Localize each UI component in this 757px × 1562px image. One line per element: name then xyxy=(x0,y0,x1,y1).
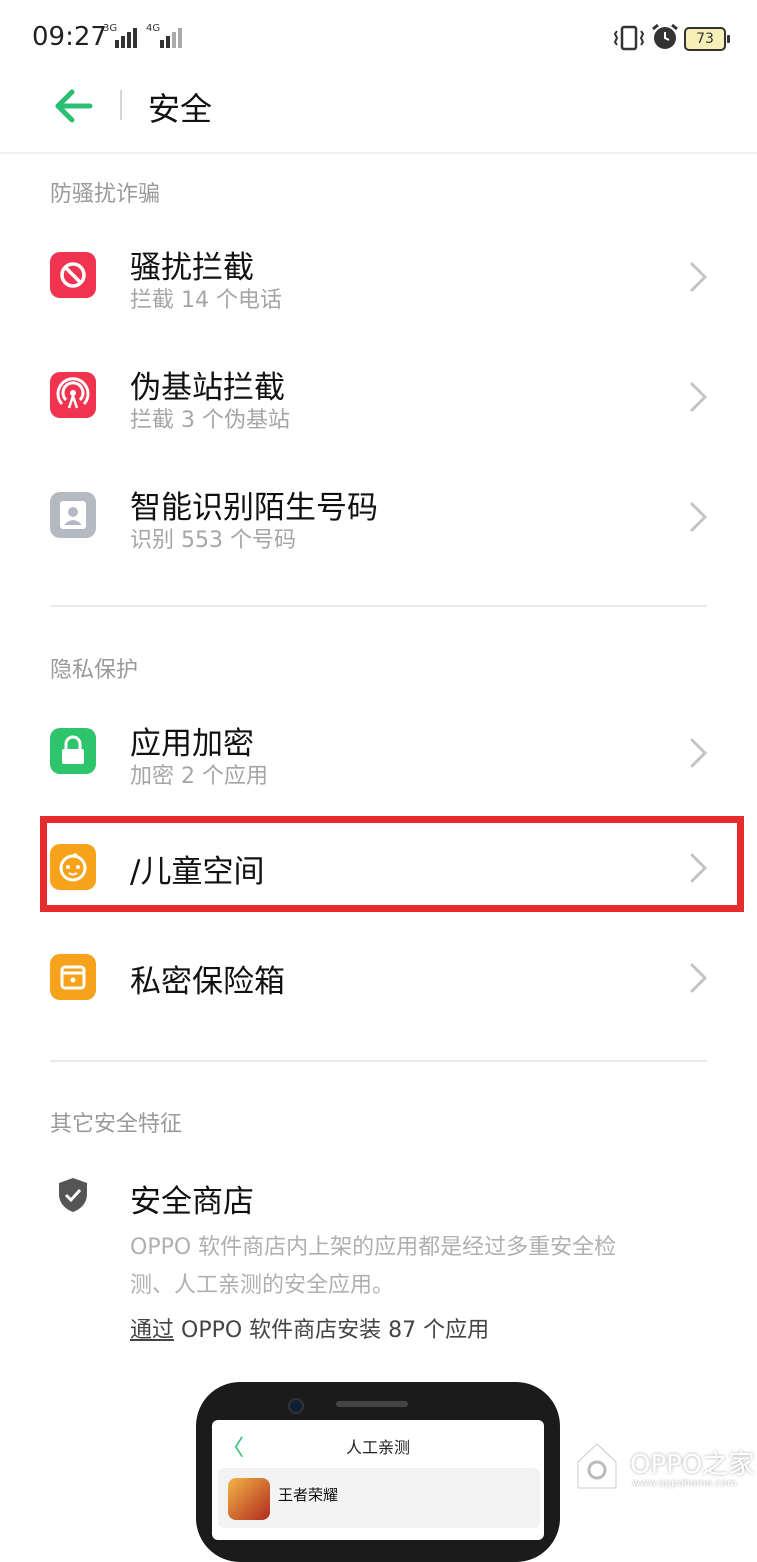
header-divider xyxy=(0,152,757,154)
vibrate-icon xyxy=(612,24,646,52)
game-app-icon xyxy=(228,1478,270,1520)
preview-back-icon: 〈 xyxy=(222,1436,245,1461)
page-title: 安全 xyxy=(148,90,213,128)
item-title: 私密保险箱 xyxy=(130,964,285,1000)
item-title: 伪基站拦截 xyxy=(130,370,285,406)
section-other-security: 其它安全特征 xyxy=(50,1112,183,1137)
list-item-smart-number-recognition[interactable]: 智能识别陌生号码 识别 553 个号码 xyxy=(0,462,757,572)
store-install-count[interactable]: 通过 OPPO 软件商店安装 87 个应用 xyxy=(130,1312,489,1344)
item-subtitle: 加密 2 个应用 xyxy=(130,764,268,789)
list-item-private-safe[interactable]: 私密保险箱 xyxy=(0,928,757,1028)
install-count-text: OPPO 软件商店安装 87 个应用 xyxy=(174,1318,490,1343)
camera-dot xyxy=(288,1398,304,1414)
store-title: 安全商店 xyxy=(130,1184,254,1220)
shield-check-icon xyxy=(56,1176,90,1214)
section-privacy: 隐私保护 xyxy=(50,658,139,683)
store-description-line1: OPPO 软件商店内上架的应用都是经过多重安全检 xyxy=(130,1235,617,1260)
status-time: 09:27 xyxy=(32,22,107,52)
house-logo-icon xyxy=(577,1443,617,1489)
preview-title: 人工亲测 xyxy=(346,1438,411,1457)
install-link-prefix[interactable]: 通过 xyxy=(130,1318,174,1343)
section-anti-harassment: 防骚扰诈骗 xyxy=(50,182,161,207)
highlight-box xyxy=(40,816,744,912)
signal-bars-icon xyxy=(115,28,137,48)
watermark: OPPO之家 www.oppohome.com xyxy=(574,1440,754,1496)
preview-app-name: 王者荣耀 xyxy=(278,1486,339,1504)
list-item-fake-station-block[interactable]: 伪基站拦截 拦截 3 个伪基站 xyxy=(0,342,757,452)
cellular-signal-4g: 4G xyxy=(142,24,186,50)
unknown-contact-icon xyxy=(50,492,96,538)
list-item-app-lock[interactable]: 应用加密 加密 2 个应用 xyxy=(0,698,757,808)
item-title: 智能识别陌生号码 xyxy=(130,490,378,526)
item-title: 骚扰拦截 xyxy=(130,250,254,286)
item-subtitle: 识别 553 个号码 xyxy=(130,528,296,553)
item-subtitle: 拦截 3 个伪基站 xyxy=(130,408,290,433)
block-icon xyxy=(50,252,96,298)
lock-icon xyxy=(50,728,96,774)
chevron-right-icon xyxy=(686,500,710,534)
header-separator xyxy=(120,90,122,120)
item-subtitle: 拦截 14 个电话 xyxy=(130,288,282,313)
watermark-text: OPPO之家 xyxy=(630,1450,755,1480)
chevron-right-icon xyxy=(686,260,710,294)
section-divider xyxy=(50,605,707,607)
battery-indicator: 73 xyxy=(684,27,730,51)
item-title: 应用加密 xyxy=(130,726,254,762)
section-divider xyxy=(50,1060,707,1062)
safe-box-icon xyxy=(50,954,96,1000)
signal-bars-icon xyxy=(160,28,182,48)
cellular-signal-3g: 3G xyxy=(103,24,137,50)
watermark-url: www.oppohome.com xyxy=(632,1478,737,1489)
store-description-line2: 测、人工亲测的安全应用。 xyxy=(130,1273,395,1298)
back-arrow-icon[interactable] xyxy=(54,86,94,126)
chevron-right-icon xyxy=(686,736,710,770)
speaker-grille xyxy=(336,1401,408,1407)
signal-tower-icon xyxy=(50,372,96,418)
chevron-right-icon xyxy=(686,380,710,414)
chevron-right-icon xyxy=(686,961,710,995)
list-item-harassment-block[interactable]: 骚扰拦截 拦截 14 个电话 xyxy=(0,222,757,332)
alarm-icon xyxy=(650,22,680,52)
